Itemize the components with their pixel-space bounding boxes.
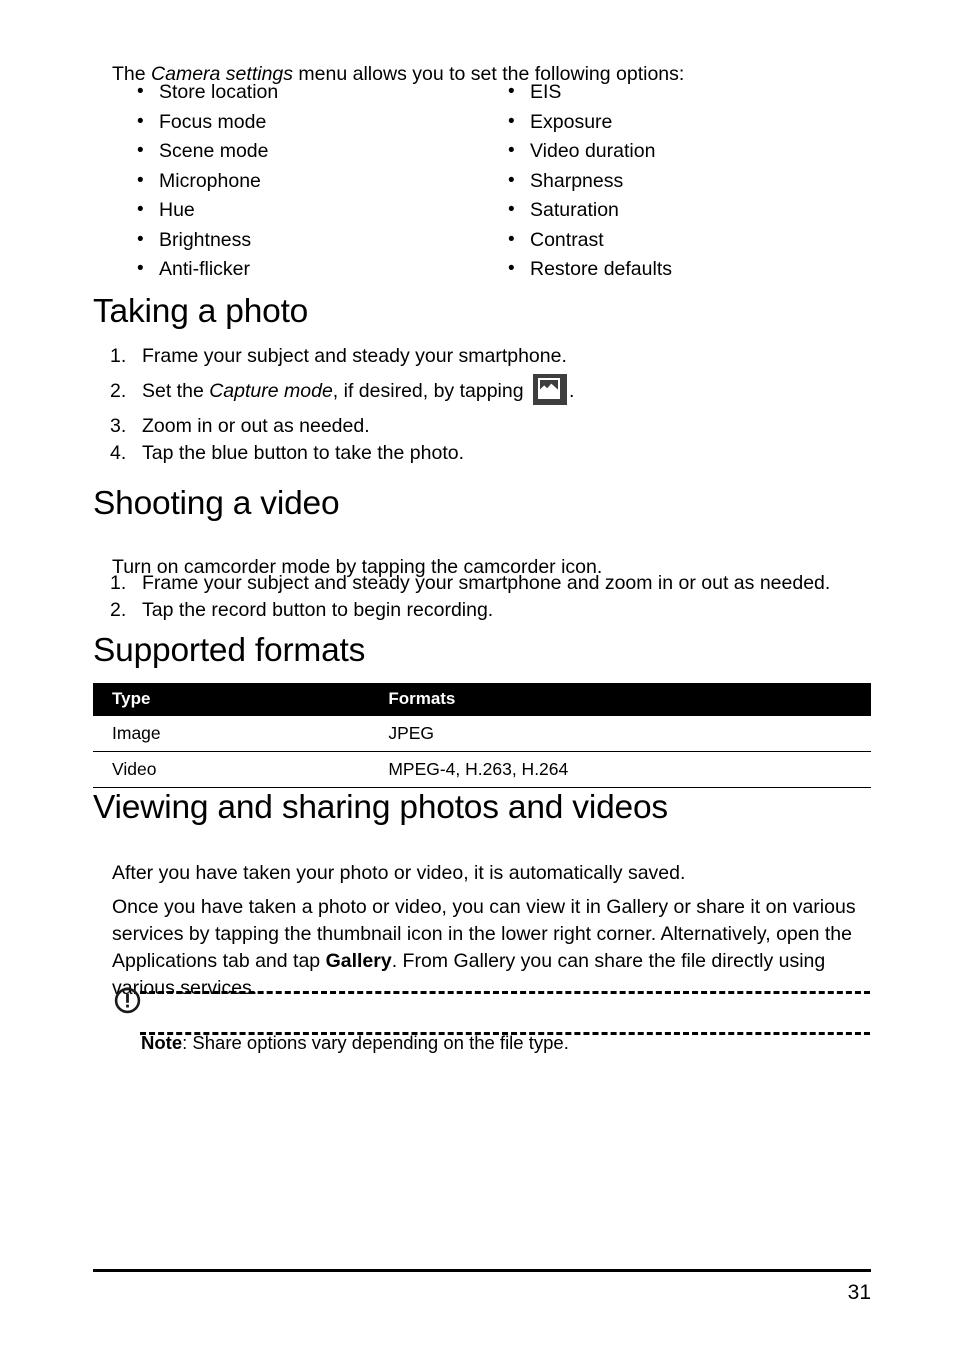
table-row: Image JPEG <box>93 716 871 752</box>
capture-mode-emphasis: Capture mode <box>209 380 333 402</box>
note-label: Note <box>141 1031 183 1053</box>
list-item: Scene mode <box>134 136 494 167</box>
list-item: Store location <box>134 77 494 108</box>
cell-formats: JPEG <box>219 716 871 752</box>
column-header-formats: Formats <box>219 683 871 716</box>
page-number: 31 <box>847 1281 871 1304</box>
table-header-row: Type Formats <box>93 683 871 716</box>
list-item: 2. Tap the record button to begin record… <box>110 597 900 624</box>
list-item: Exposure <box>505 107 865 138</box>
note-box <box>140 991 870 1035</box>
table-row: Video MPEG-4, H.263, H.264 <box>93 751 871 788</box>
footer-divider <box>93 1269 871 1272</box>
column-header-type: Type <box>93 683 220 716</box>
shooting-a-video-steps: 1. Frame your subject and steady your sm… <box>110 570 900 624</box>
capture-mode-icon-frame <box>538 378 560 399</box>
list-item: Brightness <box>134 225 494 256</box>
cell-type: Video <box>93 751 220 788</box>
list-item: Microphone <box>134 166 494 197</box>
step-text: Tap the blue button to take the photo. <box>142 442 464 464</box>
heading-taking-a-photo: Taking a photo <box>93 293 309 330</box>
list-item: Focus mode <box>134 107 494 138</box>
heading-supported-formats: Supported formats <box>93 632 366 669</box>
viewing-paragraph-1: After you have taken your photo or video… <box>112 861 686 884</box>
list-item: 2. Set the Capture mode, if desired, by t… <box>110 373 900 410</box>
taking-a-photo-steps: 1. Frame your subject and steady your sm… <box>110 343 900 467</box>
list-item: Sharpness <box>505 166 865 197</box>
note-body: : Share options vary depending on the fi… <box>182 1031 569 1053</box>
list-item: Saturation <box>505 195 865 226</box>
document-page: The Camera settings menu allows you to s… <box>0 0 954 1352</box>
step-text-trailing: . <box>569 380 575 402</box>
exclamation-circle-icon <box>114 987 141 1014</box>
list-item: Anti-flicker <box>134 254 494 285</box>
list-item: 3. Zoom in or out as needed. <box>110 413 900 440</box>
list-item: Contrast <box>505 225 865 256</box>
list-item: 1. Frame your subject and steady your sm… <box>110 343 900 370</box>
settings-options-left-column: Store location Focus mode Scene mode Mic… <box>134 77 494 285</box>
supported-formats-table: Type Formats Image JPEG Video MPEG-4, H.… <box>93 683 871 788</box>
step-number: 1. <box>110 572 127 594</box>
step-number: 2. <box>110 380 127 402</box>
step-number: 4. <box>110 442 127 464</box>
heading-viewing-and-sharing: Viewing and sharing photos and videos <box>93 789 668 826</box>
viewing-paragraph-2: Once you have taken a photo or video, yo… <box>112 894 872 1002</box>
list-item: 4. Tap the blue button to take the photo… <box>110 440 900 467</box>
step-text-after: , if desired, by tapping <box>332 380 529 402</box>
step-text: Tap the record button to begin recording… <box>142 599 494 621</box>
heading-shooting-a-video: Shooting a video <box>93 485 340 522</box>
cell-formats: MPEG-4, H.263, H.264 <box>219 751 871 788</box>
step-number: 2. <box>110 599 127 621</box>
step-number: 1. <box>110 345 127 367</box>
step-text-before: Set the <box>142 380 210 402</box>
step-text: Frame your subject and steady your smart… <box>142 572 831 594</box>
capture-mode-icon[interactable] <box>533 374 567 405</box>
table-header: Type Formats <box>93 683 871 716</box>
list-item: Restore defaults <box>505 254 865 285</box>
gallery-bold-text: Gallery <box>325 949 392 972</box>
step-number: 3. <box>110 415 127 437</box>
table-body: Image JPEG Video MPEG-4, H.263, H.264 <box>93 716 871 788</box>
settings-options-right-column: EIS Exposure Video duration Sharpness Sa… <box>505 77 865 285</box>
step-text: Zoom in or out as needed. <box>142 415 370 437</box>
list-item: Video duration <box>505 136 865 167</box>
list-item: EIS <box>505 77 865 108</box>
cell-type: Image <box>93 716 220 752</box>
note-text: Note: Share options vary depending on th… <box>141 1031 569 1055</box>
step-text: Frame your subject and steady your smart… <box>142 345 567 367</box>
list-item: Hue <box>134 195 494 226</box>
list-item: 1. Frame your subject and steady your sm… <box>110 570 900 597</box>
